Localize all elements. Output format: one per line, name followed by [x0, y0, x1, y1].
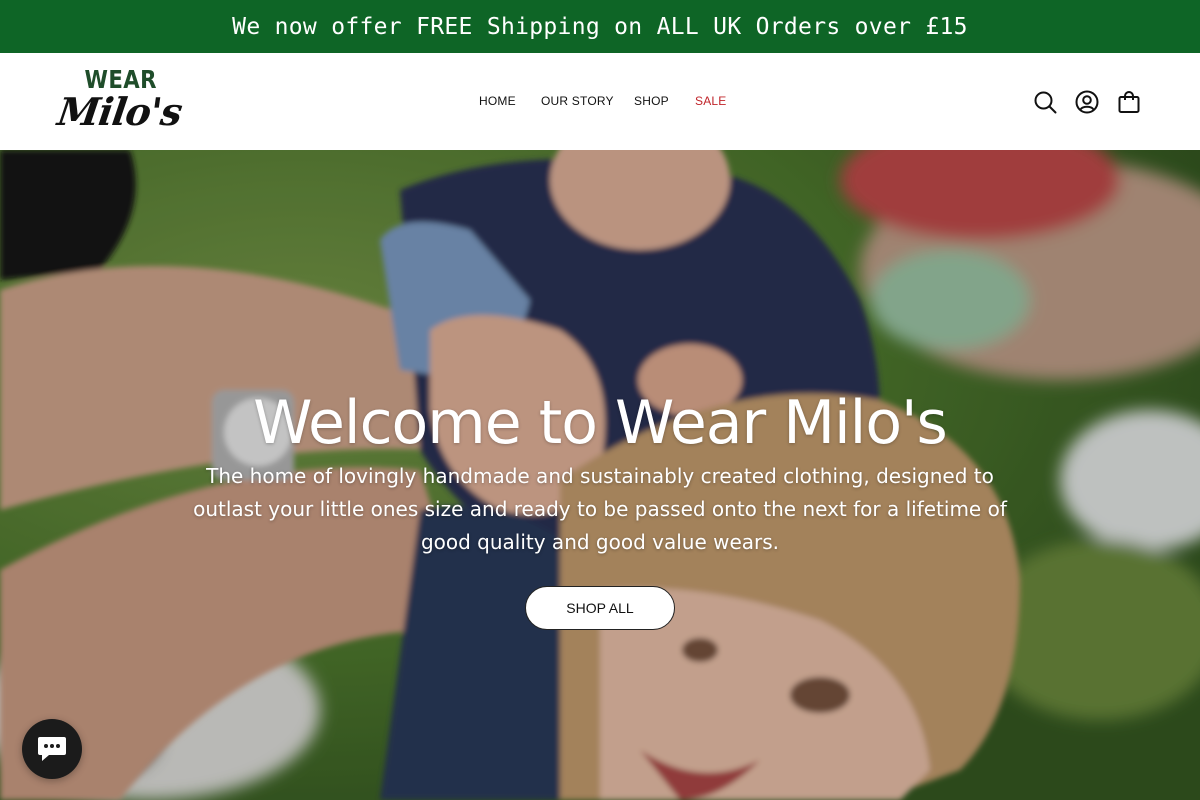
chat-button[interactable]: [22, 719, 82, 779]
announcement-bar: We now offer FREE Shipping on ALL UK Ord…: [0, 0, 1200, 53]
main-nav: HOME OUR STORY SHOP SALE: [0, 53, 1200, 150]
site-header: WEAR Milo's HOME OUR STORY SHOP SALE: [0, 53, 1200, 150]
hero-subtitle: The home of lovingly handmade and sustai…: [193, 464, 1007, 554]
hero-title: Welcome to Wear Milo's: [253, 388, 948, 458]
nav-home[interactable]: HOME: [479, 94, 516, 108]
chat-icon: [38, 737, 66, 761]
cart-icon[interactable]: [1117, 90, 1141, 114]
nav-our-story[interactable]: OUR STORY: [541, 94, 614, 108]
hero-banner: Welcome to Wear Milo's The home of lovin…: [0, 150, 1200, 800]
account-icon[interactable]: [1075, 90, 1099, 114]
nav-shop[interactable]: SHOP: [634, 94, 669, 108]
nav-sale[interactable]: SALE: [695, 94, 727, 108]
search-icon[interactable]: [1033, 90, 1057, 114]
shop-all-button[interactable]: SHOP ALL: [525, 586, 675, 630]
announcement-text: We now offer FREE Shipping on ALL UK Ord…: [232, 13, 968, 40]
